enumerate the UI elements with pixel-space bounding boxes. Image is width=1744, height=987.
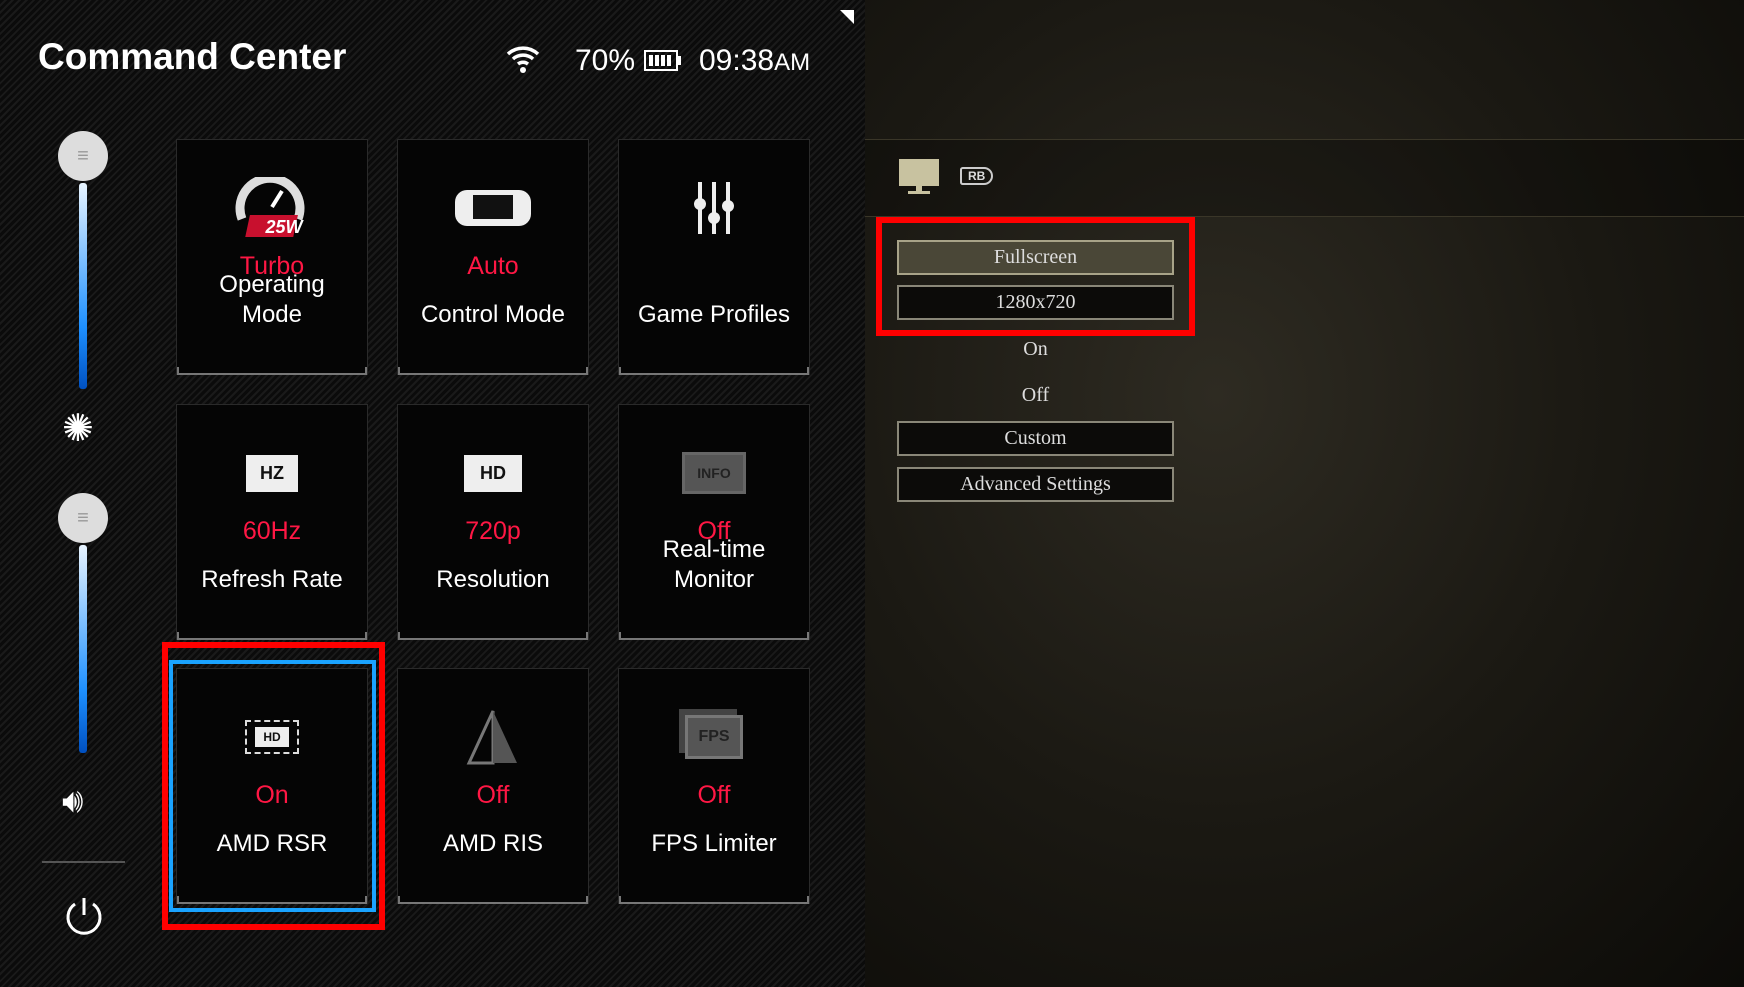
corner-marker-icon bbox=[840, 10, 854, 24]
brightness-slider-handle[interactable]: ≡ bbox=[58, 131, 108, 181]
panel-title: Command Center bbox=[38, 36, 347, 77]
tile-value: Off bbox=[697, 781, 731, 809]
clock-time: 09:38 bbox=[699, 44, 775, 77]
power-badge: 25W bbox=[264, 217, 304, 237]
volume-slider-handle[interactable]: ≡ bbox=[58, 493, 108, 543]
volume-slider-track[interactable] bbox=[79, 545, 87, 753]
setting-value-off[interactable]: Off bbox=[897, 384, 1174, 407]
settings-header-band bbox=[865, 139, 1744, 217]
tile-label: Game Profiles bbox=[637, 301, 791, 328]
command-center-panel: Command Center 70% 09:38AM ≡ ✺ ≡ 🔊︎ 25W … bbox=[0, 0, 865, 987]
divider bbox=[42, 861, 125, 863]
tile-value: 60Hz bbox=[242, 517, 302, 545]
annotation-box bbox=[876, 217, 1195, 336]
tile-realtime-monitor[interactable]: INFO Off Real-time Monitor bbox=[618, 404, 810, 640]
brightness-icon: ✺ bbox=[62, 408, 94, 450]
annotation-box bbox=[162, 642, 385, 930]
tile-label: Control Mode bbox=[420, 301, 566, 328]
resolution-icon: HD bbox=[464, 454, 522, 492]
tile-value: Off bbox=[476, 781, 510, 809]
tile-label: Resolution bbox=[436, 566, 550, 593]
tile-label: Refresh Rate bbox=[201, 566, 343, 593]
equalizer-icon bbox=[694, 182, 734, 234]
battery-percent: 70% bbox=[575, 44, 636, 77]
wifi-icon bbox=[506, 46, 540, 73]
speedometer-icon: 25W bbox=[235, 177, 305, 237]
tile-label: AMD RIS bbox=[442, 830, 543, 857]
tile-value: Auto bbox=[467, 252, 519, 280]
tile-label: Real-time Monitor bbox=[662, 536, 766, 593]
tile-game-profiles[interactable]: Game Profiles bbox=[618, 139, 810, 375]
tile-operating-mode[interactable]: 25W Turbo Operating Mode bbox=[176, 139, 368, 375]
tile-amd-ris[interactable]: Off AMD RIS bbox=[397, 668, 589, 904]
display-tab-icon[interactable] bbox=[898, 158, 940, 196]
volume-icon: 🔊︎ bbox=[62, 782, 84, 820]
brightness-slider-track[interactable] bbox=[79, 183, 87, 389]
clock-suffix: AM bbox=[774, 49, 811, 76]
tile-label: FPS Limiter bbox=[651, 830, 777, 857]
tile-fps-limiter[interactable]: FPS Off FPS Limiter bbox=[618, 668, 810, 904]
handheld-console-icon bbox=[455, 190, 531, 226]
clock: 09:38AM bbox=[699, 44, 810, 78]
power-button[interactable] bbox=[63, 895, 105, 937]
tile-label: Operating Mode bbox=[219, 271, 325, 328]
battery-icon bbox=[644, 50, 681, 71]
sharpen-icon bbox=[466, 710, 517, 765]
tile-refresh-rate[interactable]: HZ 60Hz Refresh Rate bbox=[176, 404, 368, 640]
setting-value-on[interactable]: On bbox=[897, 338, 1174, 361]
fps-icon: FPS bbox=[685, 715, 743, 759]
refresh-rate-icon: HZ bbox=[246, 454, 298, 492]
tile-resolution[interactable]: HD 720p Resolution bbox=[397, 404, 589, 640]
rb-button-hint: RB bbox=[960, 167, 994, 185]
advanced-settings-button[interactable]: Advanced Settings bbox=[897, 467, 1174, 502]
monitor-info-icon: INFO bbox=[682, 452, 746, 494]
tile-control-mode[interactable]: Auto Control Mode bbox=[397, 139, 589, 375]
quality-custom-option[interactable]: Custom bbox=[897, 421, 1174, 456]
tile-value: 720p bbox=[465, 517, 521, 545]
